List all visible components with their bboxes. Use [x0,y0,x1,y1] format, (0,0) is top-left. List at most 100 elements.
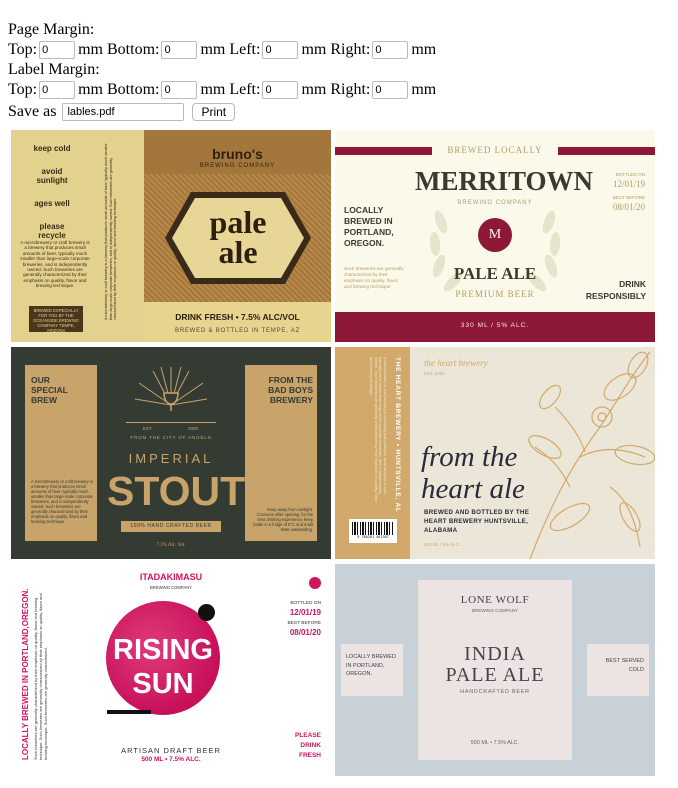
heart-name-1: from the [421,441,518,473]
rising-name-2: SUN [132,668,194,700]
save-row: Save as Print [8,100,668,124]
brunos-company: BREWING COMPANY [199,163,276,169]
stout-name-1: IMPERIAL [128,451,214,466]
stout-year: 2000 [188,426,199,431]
brunos-bottom-panel [144,302,331,342]
page-margin-top-input[interactable] [39,41,76,59]
heart-brewed: BREWED AND BOTTLED BY THE HEART BREWERY … [424,509,530,534]
tip: ages well [34,199,70,208]
brunos-brewed: BREWED & BOTTLED IN TEMPE, AZ [174,328,301,334]
merritown-left-desc: Such breweries are generally characteriz… [344,266,404,289]
merritown-drink: DRINK RESPONSIBLY [585,279,646,301]
heart-side-title: THE HEART BREWERY • HUNTSVILLE, AL [394,357,401,513]
rising-brand: ITADAKIMASU [139,572,203,582]
merritown-company: BREWING COMPANY [457,200,533,206]
top-label: Top: [8,81,38,98]
stout-left-desc: A microbrewery or craft brewery is a bre… [31,479,93,524]
heart-abv: 500 ML / 8% ALC. [424,542,461,547]
label-lone-wolf: LOCALLY BREWED IN PORTLAND, OREGON. BEST… [335,564,655,776]
heart-est: EST. 2000 [424,371,445,376]
left-label: mm Left: [200,81,261,98]
rising-drink: PLEASE DRINK FRESH [294,732,321,759]
rising-best-before: 08/01/20 [289,628,321,637]
rising-black-dot [198,604,215,621]
brunos-brand: bruno's [212,146,263,162]
heart-brand: the heart brewery [424,358,488,368]
print-settings-form: Page Margin: Top: mm Bottom: mm Left: mm… [8,20,668,124]
label-margin-top-input[interactable] [39,81,76,99]
page-margin-bottom-input[interactable] [161,41,198,59]
rising-abv: 500 ML • 7.5% ALC. [141,756,201,763]
rising-bottled-on-label: BOTTLED ON [290,601,321,606]
filename-input[interactable] [62,103,185,121]
save-as-label: Save as [8,103,57,120]
label-margin-left-input[interactable] [262,81,299,99]
page-margin-right-input[interactable] [372,41,409,59]
brunos-drink-fresh: DRINK FRESH • 7.5% ALC/VOL [175,312,300,322]
unit-label: mm [411,41,437,58]
stout-est: EST [143,426,152,431]
brunos-name-2: ale [218,234,258,270]
stout-name-2: STOUT [107,468,246,514]
rising-bottled-on: 12/01/19 [289,608,321,617]
right-label: mm Right: [301,41,371,58]
rising-side-desc: Such breweries are generally characteriz… [33,593,49,760]
merritown-footer: 330 ML / 5% ALC. [460,322,530,329]
barcode-number: 9 780201 461367 [357,535,389,539]
rising-artisan: ARTISAN DRAFT BEER [121,746,221,755]
label-rising-sun: LOCALLY BREWED IN PORTLAND,OREGON. Such … [11,564,331,776]
label-margin-bottom-input[interactable] [161,81,198,99]
brunos-description: A microbrewery or craft brewery is a bre… [20,240,90,289]
tip: avoid sunlight [36,167,68,185]
lonewolf-company: BREWING COMPANY [471,608,519,613]
rising-company: BREWING COMPANY [149,585,193,590]
page-margin-title: Page Margin: [8,21,95,38]
merritown-sub: PREMIUM BEER [455,289,535,299]
unit-label: mm [411,81,437,98]
heart-side-desc: A microbrewery or craft brewery is a bre… [369,357,387,503]
lonewolf-abv: 500 ML • 7.5% ALC. [470,740,520,746]
brunos-side-text: A microbrewery or craft brewery is a bre… [104,143,118,320]
label-margin-title: Label Margin: [8,61,100,78]
lonewolf-right-text: BEST SERVED COLD [605,658,644,673]
label-imperial-stout: OUR SPECIAL BREW A microbrewery or craft… [11,347,331,559]
stout-est-line [126,422,216,423]
rising-name-1: RISING [113,634,213,666]
print-button[interactable]: Print [192,103,236,121]
rising-best-before-label: BEST BEFORE [287,621,322,626]
heart-name-2: heart ale [421,473,525,505]
page-margin-left-input[interactable] [262,41,299,59]
tips-list: keep cold avoid sunlight ages well pleas… [11,144,93,240]
left-label: mm Left: [200,41,261,58]
label-margin-right-input[interactable] [372,81,409,99]
tip: please recycle [38,222,66,240]
label-brunos-pale-ale: keep cold avoid sunlight ages well pleas… [11,130,331,342]
stout-right-title: FROM THE BAD BOYS BREWERY [268,375,313,405]
page-margin-row: Top: mm Bottom: mm Left: mm Right: mm [8,40,668,60]
label-heart-ale: THE HEART BREWERY • HUNTSVILLE, AL A mic… [335,347,655,559]
merritown-name: PALE ALE [453,264,537,283]
stout-city: FROM THE CITY OF ANGELS [130,435,212,440]
bottom-label: mm Bottom: [78,81,160,98]
label-margin-row: Top: mm Bottom: mm Left: mm Right: mm [8,80,668,100]
stout-abv: 7.3% Alc. Vol. [156,543,186,548]
lonewolf-left-text: LOCALLY BREWED IN PORTLAND, OREGON. [346,654,396,677]
bottom-label: mm Bottom: [78,41,160,58]
lonewolf-crafted: HANDCRAFTED BEER [460,689,530,695]
rising-pink-dot [309,577,321,589]
lonewolf-brand: LONE WOLF [460,594,530,606]
lonewolf-name-1: INDIA [464,643,526,665]
merritown-monogram: M [478,218,512,252]
merritown-best-before: 08/01/20 [612,202,645,212]
top-label: Top: [8,41,38,58]
merritown-brand: MERRITOWN [415,166,594,196]
merritown-best-before-label: BEST BEFORE [612,195,645,200]
right-label: mm Right: [301,81,371,98]
merritown-top-bar-right [558,147,655,155]
merritown-bottled-on-label: BOTTLED ON [615,172,645,177]
sunburst-glass-icon [134,366,208,411]
stout-left-title: OUR SPECIAL BREW [31,375,68,405]
stout-crafted: 100% HAND CRAFTED BEER [121,521,221,532]
lonewolf-name-2: PALE ALE [445,664,545,686]
rising-bar [107,710,151,714]
